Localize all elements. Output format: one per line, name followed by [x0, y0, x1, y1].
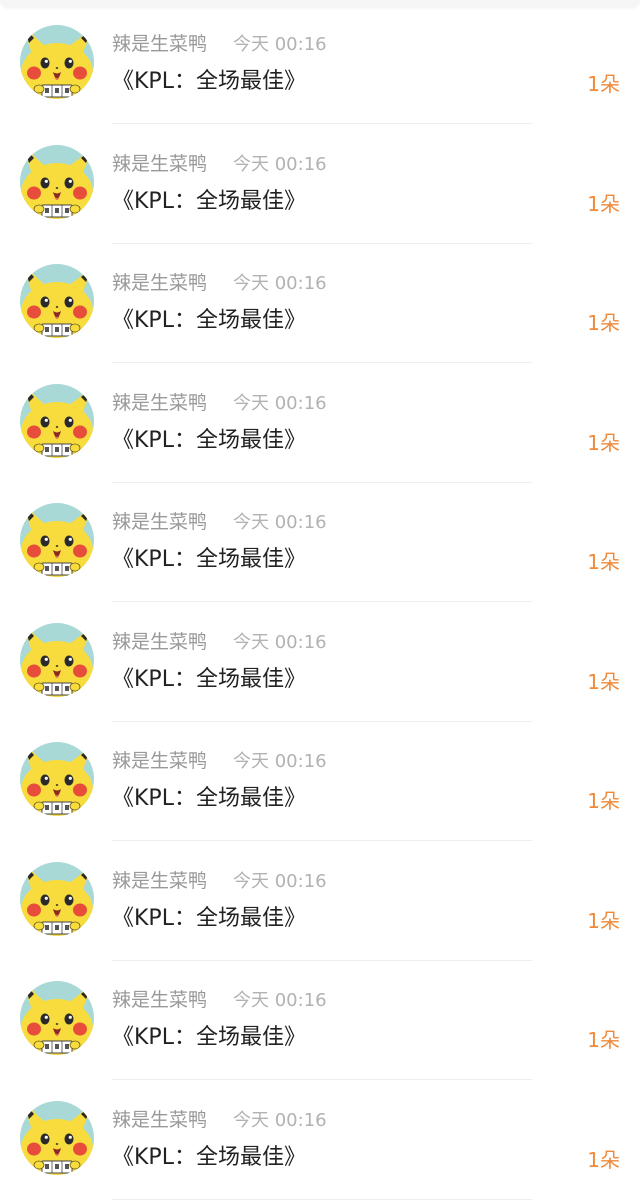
user-name: 辣是生菜鸭 — [112, 391, 208, 414]
item-title: 《KPL：全场最佳》 — [112, 547, 306, 572]
item-title: 《KPL：全场最佳》 — [112, 1144, 306, 1170]
gift-count: 1朵 — [587, 311, 620, 335]
avatar[interactable] — [20, 622, 94, 697]
user-name: 辣是生菜鸭 — [112, 989, 208, 1011]
avatar[interactable] — [20, 503, 94, 577]
avatar[interactable] — [20, 25, 94, 99]
user-name: 辣是生菜鸭 — [112, 33, 208, 55]
list-item[interactable]: 辣是生菜鸭 今天 00:16 《KPL：全场最佳》 1朵 — [0, 359, 640, 483]
avatar[interactable] — [20, 144, 94, 219]
pikachu-avatar-icon — [20, 264, 94, 338]
gift-count: 1朵 — [587, 1028, 620, 1052]
timestamp: 今天 00:16 — [233, 34, 327, 55]
item-title: 《KPL：全场最佳》 — [112, 427, 306, 453]
pikachu-avatar-icon — [20, 25, 94, 99]
timestamp: 今天 00:16 — [233, 631, 327, 653]
list-item[interactable]: 辣是生菜鸭 今天 00:16 《KPL：全场最佳》 1朵 — [0, 717, 640, 841]
item-title: 《KPL：全场最佳》 — [112, 1025, 306, 1050]
pikachu-avatar-icon — [20, 981, 94, 1055]
avatar[interactable] — [20, 861, 94, 936]
user-name: 辣是生菜鸭 — [112, 750, 208, 772]
gift-count: 1朵 — [587, 72, 620, 96]
user-name: 辣是生菜鸭 — [112, 869, 208, 892]
pikachu-avatar-icon — [20, 1100, 94, 1175]
list-item[interactable]: 辣是生菜鸭 今天 00:16 《KPL：全场最佳》 1朵 — [0, 0, 640, 124]
pikachu-avatar-icon — [20, 383, 94, 458]
user-name: 辣是生菜鸭 — [112, 152, 208, 175]
list-item[interactable]: 辣是生菜鸭 今天 00:16 《KPL：全场最佳》 1朵 — [0, 239, 640, 363]
item-title: 《KPL：全场最佳》 — [112, 786, 306, 811]
item-title: 《KPL：全场最佳》 — [112, 666, 306, 692]
pikachu-avatar-icon — [20, 144, 94, 219]
timestamp: 今天 00:16 — [233, 751, 327, 772]
timestamp: 今天 00:16 — [233, 870, 327, 892]
timestamp: 今天 00:16 — [233, 273, 327, 294]
gift-count: 1朵 — [587, 191, 620, 216]
pikachu-avatar-icon — [20, 503, 94, 577]
user-name: 辣是生菜鸭 — [112, 272, 208, 294]
pikachu-avatar-icon — [20, 742, 94, 816]
list-item[interactable]: 辣是生菜鸭 今天 00:16 《KPL：全场最佳》 1朵 — [0, 837, 640, 961]
item-title: 《KPL：全场最佳》 — [112, 308, 306, 333]
item-title: 《KPL：全场最佳》 — [112, 188, 306, 214]
timestamp: 今天 00:16 — [233, 392, 327, 414]
gift-count: 1朵 — [587, 908, 620, 933]
gift-count: 1朵 — [587, 430, 620, 455]
user-name: 辣是生菜鸭 — [112, 630, 208, 653]
avatar[interactable] — [20, 742, 94, 816]
gift-count: 1朵 — [587, 1147, 620, 1172]
timestamp: 今天 00:16 — [233, 1109, 327, 1131]
avatar[interactable] — [20, 264, 94, 338]
list-item[interactable]: 辣是生菜鸭 今天 00:16 《KPL：全场最佳》 1朵 — [0, 478, 640, 602]
avatar[interactable] — [20, 383, 94, 458]
user-name: 辣是生菜鸭 — [112, 511, 208, 533]
list-item[interactable]: 辣是生菜鸭 今天 00:16 《KPL：全场最佳》 1朵 — [0, 1076, 640, 1200]
avatar[interactable] — [20, 981, 94, 1055]
gift-count: 1朵 — [587, 669, 620, 694]
list-item[interactable]: 辣是生菜鸭 今天 00:16 《KPL：全场最佳》 1朵 — [0, 956, 640, 1080]
item-title: 《KPL：全场最佳》 — [112, 69, 306, 94]
timestamp: 今天 00:16 — [233, 990, 327, 1011]
list-item[interactable]: 辣是生菜鸭 今天 00:16 《KPL：全场最佳》 1朵 — [0, 120, 640, 244]
timestamp: 今天 00:16 — [233, 512, 327, 533]
user-name: 辣是生菜鸭 — [112, 1108, 208, 1131]
item-title: 《KPL：全场最佳》 — [112, 905, 306, 931]
gift-count: 1朵 — [587, 789, 620, 813]
timestamp: 今天 00:16 — [233, 153, 327, 175]
list-item[interactable]: 辣是生菜鸭 今天 00:16 《KPL：全场最佳》 1朵 — [0, 598, 640, 722]
pikachu-avatar-icon — [20, 622, 94, 697]
gift-count: 1朵 — [587, 550, 620, 574]
pikachu-avatar-icon — [20, 861, 94, 936]
avatar[interactable] — [20, 1100, 94, 1175]
